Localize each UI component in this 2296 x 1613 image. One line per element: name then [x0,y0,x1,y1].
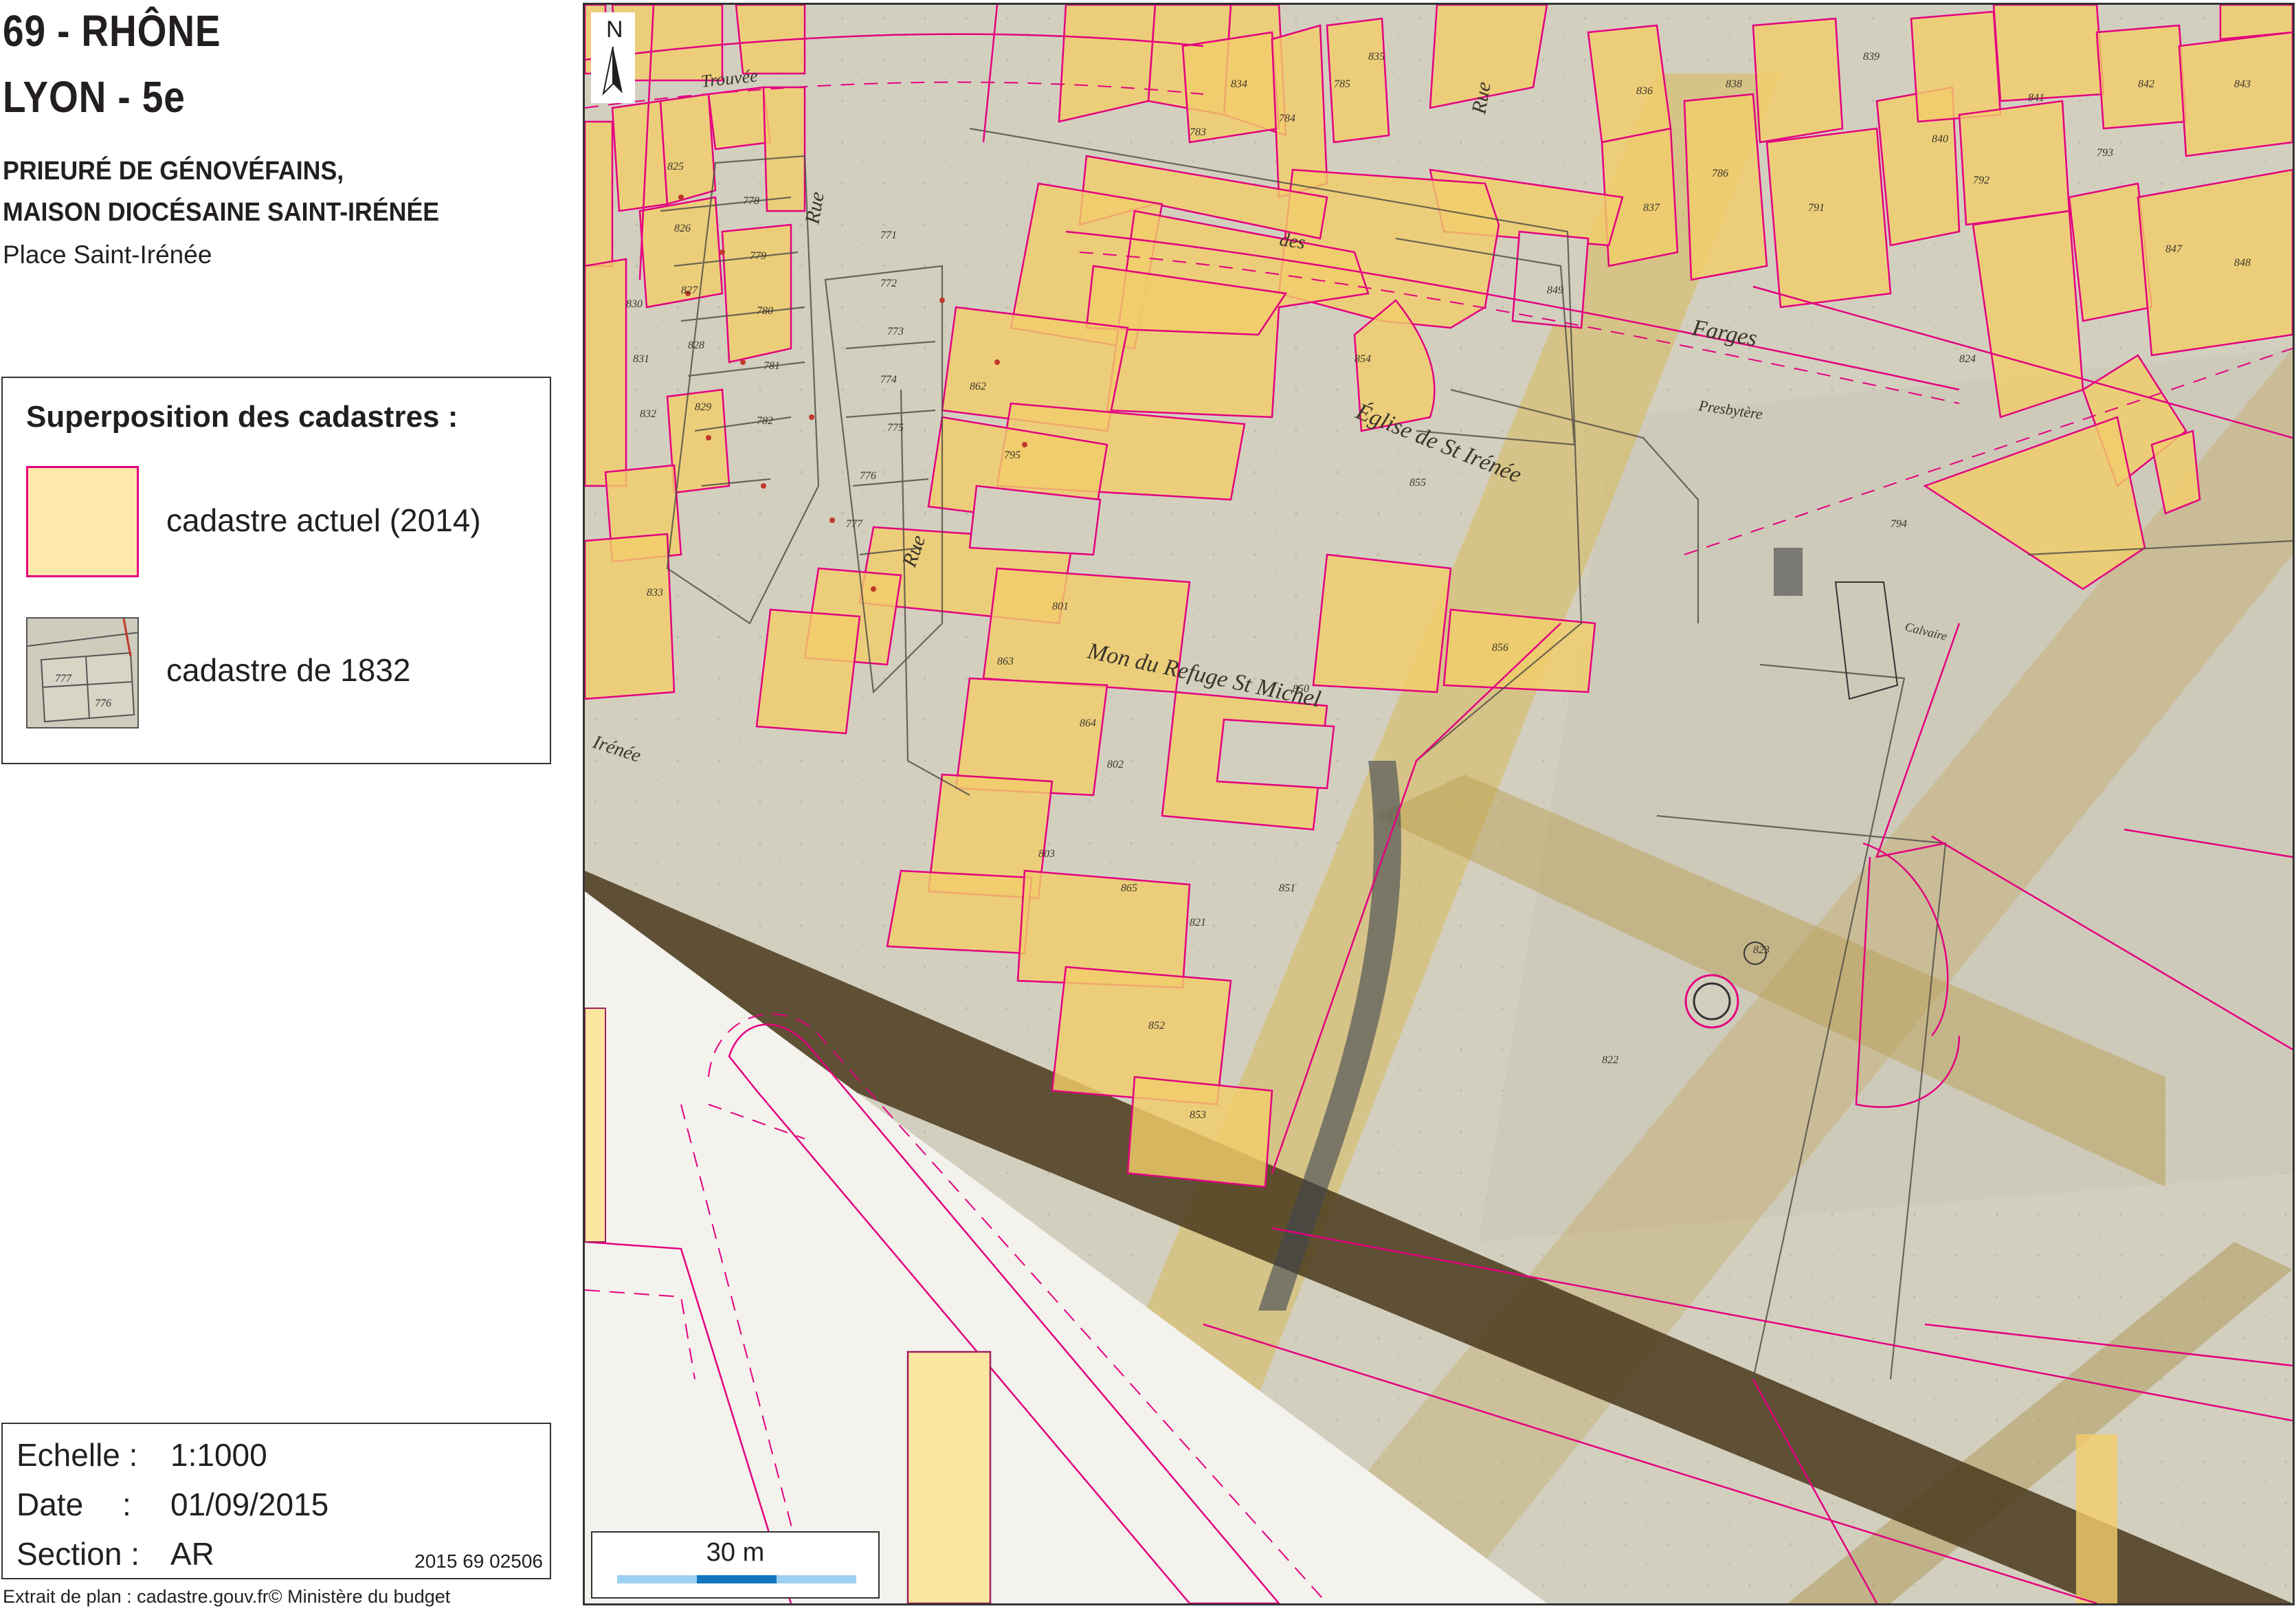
legend-swatch-1832-cadastre: 777 776 [26,617,139,728]
parcel-number: 777 [846,518,863,530]
parcel-number: 781 [764,360,780,372]
parcel-number: 837 [1643,202,1660,214]
parcel-number: 829 [695,401,711,413]
parcel-number: 839 [1863,51,1880,63]
scale-value: 1:1000 [170,1437,267,1473]
parcel-number: 830 [626,298,643,310]
parcel-number: 862 [970,381,986,392]
parcel-number: 835 [1368,51,1385,63]
section-value: AR [170,1536,214,1572]
parcel-number: 834 [1231,78,1247,90]
parcel-number: 792 [1973,175,1990,186]
parcel-number: 772 [880,278,897,289]
date-label: Date [16,1487,84,1522]
parcel-number: 827 [681,285,698,296]
parcel-number: 794 [1891,518,1907,530]
parcel-number: 833 [647,587,663,599]
site-title-line1: PRIEURÉ DE GÉNOVÉFAINS, [3,157,344,186]
parcel-number: 793 [2097,147,2113,159]
parcel-number: 843 [2234,78,2251,90]
parcel-number: 851 [1279,882,1295,894]
parcel-number: 774 [880,374,897,386]
city-title: LYON - 5e [3,72,186,122]
parcel-number: 783 [1190,126,1206,138]
date-value: 01/09/2015 [170,1487,329,1522]
parcel-number: 824 [1959,353,1976,365]
parcel-number: 791 [1808,202,1825,214]
cadastre-overlay-map[interactable]: Trouvée Rue des Farges Rue Rue Irénée Ég… [585,5,2293,1603]
document-reference: 2015 69 02506 [414,1550,543,1572]
site-title-line2: MAISON DIOCÉSAINE SAINT-IRÉNÉE [3,198,440,227]
parcel-number: 775 [887,422,904,434]
map-frame[interactable]: Trouvée Rue des Farges Rue Rue Irénée Ég… [583,3,2295,1605]
parcel-number: 771 [880,230,897,241]
parcel-number: 849 [1547,285,1563,296]
legend-title: Superposition des cadastres : [26,400,458,434]
parcel-number: 779 [750,250,766,262]
parcel-number: 841 [2028,92,2044,104]
scale-bar-label: 30 m [706,1538,765,1567]
parcel-number: 784 [1279,113,1295,124]
legend-label-1832-cadastre: cadastre de 1832 [166,652,411,688]
parcel-number: 776 [860,470,876,482]
parcel-number: 821 [1190,917,1206,928]
scale-bar [617,1575,856,1583]
parcel-number: 801 [1052,601,1069,612]
parcel-number: 795 [1004,449,1021,461]
parcel-number: 852 [1148,1020,1165,1032]
parcel-number: 826 [674,223,691,234]
date-colon: : [122,1487,131,1522]
info-box: Echelle : 1:1000 Date : 01/09/2015 Secti… [1,1423,551,1579]
parcel-number: 850 [1293,683,1309,695]
scale-label: Echelle : [16,1437,138,1473]
legend-box: Superposition des cadastres : cadastre a… [1,377,551,764]
parcel-number: 853 [1190,1109,1206,1121]
scale-bar-box: 30 m [591,1531,880,1599]
swatch-parcel-776: 776 [95,698,111,709]
parcel-number: 831 [633,353,649,365]
old-cadastre-swatch-image: 777 776 [27,619,137,727]
parcel-number: 847 [2165,243,2183,255]
source-credit: Extrait de plan : cadastre.gouv.fr© Mini… [3,1586,451,1607]
legend-label-current-cadastre: cadastre actuel (2014) [166,502,481,538]
parcel-number: 825 [667,161,684,173]
site-address: Place Saint-Irénée [3,241,212,269]
parcel-number: 836 [1636,85,1653,97]
parcel-number: 785 [1334,78,1350,90]
section-label: Section : [16,1536,140,1572]
parcel-number: 848 [2234,257,2251,269]
parcel-number: 838 [1726,78,1742,90]
parcel-number: 823 [1753,944,1770,956]
parcel-number: 802 [1107,759,1124,770]
parcel-number: 832 [640,408,656,420]
parcel-number: 822 [1602,1054,1618,1066]
parcel-number: 842 [2138,78,2154,90]
parcel-number: 863 [997,656,1014,667]
parcel-number: 854 [1355,353,1371,365]
north-label: N [606,16,623,43]
parcel-number: 864 [1080,717,1096,729]
parcel-number: 865 [1121,882,1137,894]
parcel-number: 778 [743,195,759,207]
legend-swatch-current-cadastre [26,466,139,577]
swatch-parcel-777: 777 [55,673,72,685]
scale-bar-segment [697,1575,777,1583]
parcel-number: 773 [887,326,904,337]
parcel-number: 780 [757,305,773,317]
parcel-number: 786 [1712,168,1728,179]
department-title: 69 - RHÔNE [3,6,221,56]
parcel-number: 856 [1492,642,1508,654]
north-arrow: N [591,12,635,103]
parcel-number: 855 [1409,477,1426,489]
street-label-des: des [1278,229,1306,254]
parcel-number: 840 [1932,133,1948,145]
parcel-number: 782 [757,415,773,427]
parcel-number: 803 [1038,848,1055,860]
parcel-number: 828 [688,340,704,351]
